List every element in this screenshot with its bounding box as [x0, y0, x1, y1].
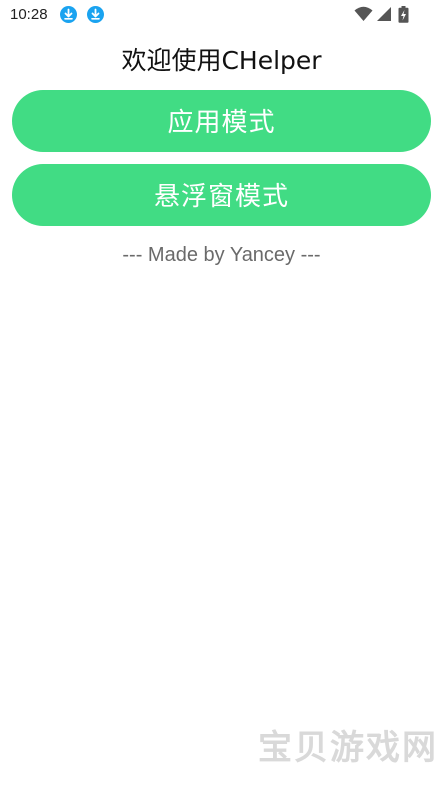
battery-charging-icon — [398, 6, 409, 27]
download-icon — [87, 6, 104, 23]
app-mode-button[interactable]: 应用模式 — [12, 90, 431, 152]
status-bar: 10:28 — [0, 0, 443, 30]
page-title: 欢迎使用CHelper — [121, 46, 322, 75]
author-credit: --- Made by Yancey --- — [122, 244, 321, 266]
wifi-icon — [354, 6, 373, 26]
download-icon — [60, 6, 77, 23]
signal-icon — [376, 6, 392, 26]
floating-window-mode-button[interactable]: 悬浮窗模式 — [12, 164, 431, 226]
status-time: 10:28 — [10, 6, 48, 23]
watermark: 宝贝游戏网 — [258, 728, 438, 768]
